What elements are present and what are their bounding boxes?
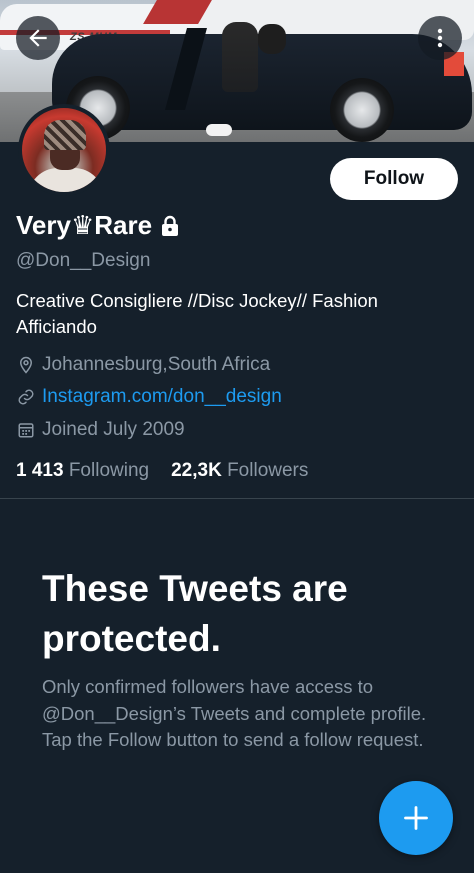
followers-count: 22,3K xyxy=(171,460,222,481)
follow-button[interactable]: Follow xyxy=(330,158,458,200)
calendar-icon xyxy=(16,420,36,440)
protected-title: These Tweets are protected. xyxy=(42,568,348,659)
banner-person-shoe xyxy=(206,124,232,136)
link-icon xyxy=(16,387,36,407)
followers-stat[interactable]: 22,3K Followers xyxy=(171,460,308,482)
compose-tweet-button[interactable] xyxy=(379,781,453,855)
website-row[interactable]: Instagram.com/don__design xyxy=(16,386,282,408)
following-label: Following xyxy=(68,460,150,481)
followers-label: Followers xyxy=(227,460,309,481)
location-text: Johannesburg,South Africa xyxy=(42,354,271,375)
avatar[interactable] xyxy=(18,104,110,196)
arrow-left-icon xyxy=(29,29,47,47)
display-name: Very♛Rare xyxy=(16,210,153,240)
banner-person-head xyxy=(258,24,286,54)
following-count: 1 413 xyxy=(16,460,64,481)
joined-text: Joined July 2009 xyxy=(42,419,185,440)
following-stat[interactable]: 1 413 Following xyxy=(16,460,149,482)
divider xyxy=(0,498,474,499)
display-name-row: Very♛Rare xyxy=(16,210,180,241)
website-link[interactable]: Instagram.com/don__design xyxy=(42,386,282,408)
back-button[interactable] xyxy=(16,16,60,60)
avatar-hat xyxy=(44,120,86,150)
protected-description: Only confirmed followers have access to … xyxy=(42,676,427,750)
handle: @Don__Design xyxy=(16,250,151,271)
banner-car-wheel-rear xyxy=(330,78,394,142)
follow-stats: 1 413 Following 22,3K Followers xyxy=(16,460,308,482)
joined-row: Joined July 2009 xyxy=(16,419,185,441)
location-row: Johannesburg,South Africa xyxy=(16,354,270,376)
plus-icon xyxy=(404,806,428,830)
bio: Creative Consigliere //Disc Jockey// Fas… xyxy=(16,290,378,337)
more-vertical-icon xyxy=(437,28,443,48)
banner-person xyxy=(222,22,258,92)
lock-icon xyxy=(162,215,179,236)
more-options-button[interactable] xyxy=(418,16,462,60)
avatar-body xyxy=(28,168,104,192)
location-pin-icon xyxy=(16,355,36,375)
